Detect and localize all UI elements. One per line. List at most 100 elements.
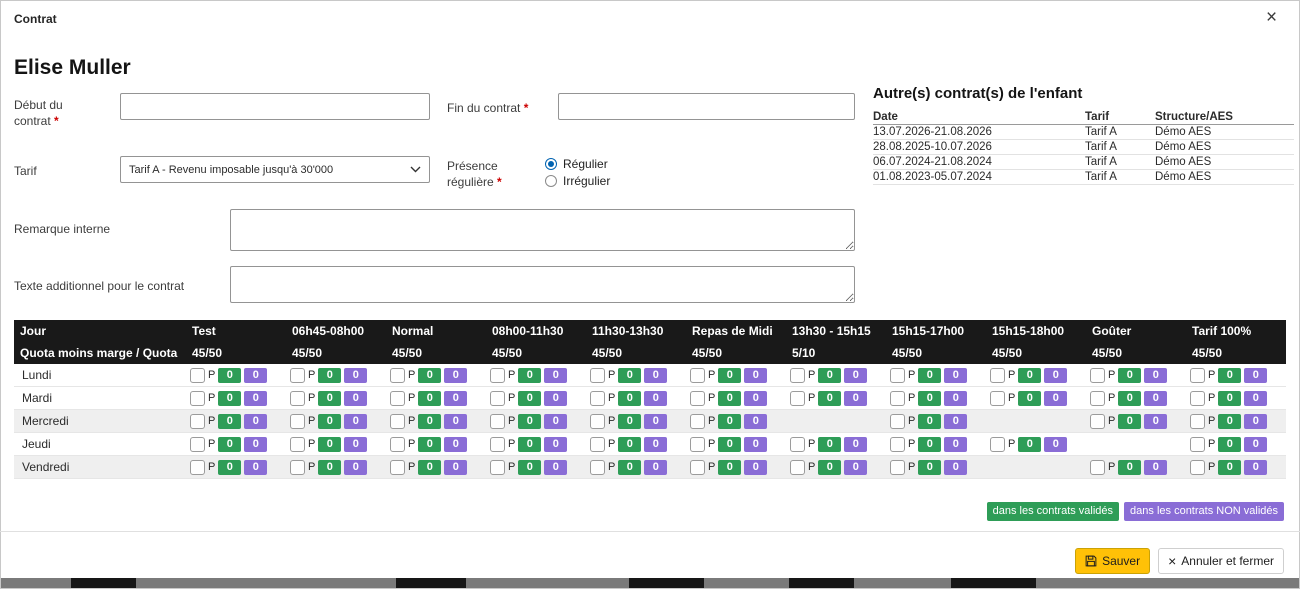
- unvalidated-count-badge: 0: [744, 460, 767, 475]
- radio-option-regulier[interactable]: Régulier: [545, 155, 610, 172]
- presence-checkbox[interactable]: [690, 368, 705, 383]
- presence-cell-group: P00: [390, 414, 482, 429]
- presence-checkbox[interactable]: [490, 437, 505, 452]
- presence-checkbox[interactable]: [790, 368, 805, 383]
- unvalidated-count-badge: 0: [744, 391, 767, 406]
- presence-checkbox[interactable]: [390, 460, 405, 475]
- presence-p-label: P: [608, 461, 615, 473]
- presence-checkbox[interactable]: [890, 391, 905, 406]
- presence-checkbox[interactable]: [290, 368, 305, 383]
- radio-regulier-control[interactable]: [545, 158, 557, 170]
- presence-cell-group: P00: [190, 437, 282, 452]
- presence-checkbox[interactable]: [190, 391, 205, 406]
- presence-cell-group: P00: [690, 368, 782, 383]
- presence-p-label: P: [508, 461, 515, 473]
- jour-column-header: Jour: [14, 320, 186, 342]
- presence-checkbox[interactable]: [390, 437, 405, 452]
- presence-checkbox[interactable]: [290, 437, 305, 452]
- schedule-cell: P00: [686, 433, 786, 456]
- presence-checkbox[interactable]: [290, 391, 305, 406]
- validated-count-badge: 0: [218, 460, 241, 475]
- presence-cell-group: P00: [290, 460, 382, 475]
- presence-checkbox[interactable]: [890, 414, 905, 429]
- remarque-interne-textarea[interactable]: [230, 209, 855, 251]
- schedule-cell: P00: [786, 456, 886, 479]
- presence-cell-group: P00: [1190, 368, 1282, 383]
- presence-cell-group: P00: [1190, 391, 1282, 406]
- presence-checkbox[interactable]: [390, 391, 405, 406]
- presence-checkbox[interactable]: [290, 460, 305, 475]
- presence-checkbox[interactable]: [390, 368, 405, 383]
- presence-checkbox[interactable]: [190, 414, 205, 429]
- presence-checkbox[interactable]: [590, 414, 605, 429]
- background-block: [396, 578, 466, 588]
- presence-checkbox[interactable]: [1190, 414, 1205, 429]
- fin-contrat-input[interactable]: [558, 93, 855, 120]
- presence-p-label: P: [1208, 392, 1215, 404]
- presence-checkbox[interactable]: [790, 391, 805, 406]
- presence-checkbox[interactable]: [1090, 368, 1105, 383]
- cancel-button[interactable]: × Annuler et fermer: [1158, 548, 1284, 574]
- tarif-select[interactable]: Tarif A - Revenu imposable jusqu'à 30'00…: [120, 156, 430, 183]
- unvalidated-count-badge: 0: [344, 368, 367, 383]
- schedule-cell: P00: [986, 433, 1086, 456]
- presence-checkbox[interactable]: [490, 368, 505, 383]
- presence-checkbox[interactable]: [290, 414, 305, 429]
- presence-checkbox[interactable]: [790, 437, 805, 452]
- oc-header-date: Date: [873, 111, 1085, 123]
- presence-checkbox[interactable]: [990, 368, 1005, 383]
- presence-checkbox[interactable]: [390, 414, 405, 429]
- debut-contrat-input[interactable]: [120, 93, 430, 120]
- presence-checkbox[interactable]: [990, 437, 1005, 452]
- presence-checkbox[interactable]: [890, 460, 905, 475]
- unvalidated-count-badge: 0: [244, 391, 267, 406]
- radio-option-irregulier[interactable]: Irrégulier: [545, 172, 610, 189]
- presence-checkbox[interactable]: [590, 437, 605, 452]
- validated-count-badge: 0: [218, 368, 241, 383]
- presence-checkbox[interactable]: [790, 460, 805, 475]
- presence-cell-group: P00: [590, 437, 682, 452]
- schedule-cell: P00: [186, 387, 286, 410]
- presence-checkbox[interactable]: [690, 391, 705, 406]
- presence-checkbox[interactable]: [590, 460, 605, 475]
- schedule-cell: P00: [586, 433, 686, 456]
- presence-checkbox[interactable]: [490, 391, 505, 406]
- presence-checkbox[interactable]: [990, 391, 1005, 406]
- schedule-cell: P00: [1186, 410, 1286, 433]
- presence-p-label: P: [708, 369, 715, 381]
- presence-checkbox[interactable]: [1190, 460, 1205, 475]
- unvalidated-count-badge: 0: [544, 368, 567, 383]
- presence-checkbox[interactable]: [1190, 391, 1205, 406]
- presence-checkbox[interactable]: [590, 368, 605, 383]
- presence-checkbox[interactable]: [1090, 391, 1105, 406]
- schedule-cell: P00: [886, 387, 986, 410]
- presence-checkbox[interactable]: [890, 368, 905, 383]
- other-contract-cell: Tarif A: [1085, 126, 1155, 138]
- presence-checkbox[interactable]: [490, 460, 505, 475]
- save-button[interactable]: Sauver: [1075, 548, 1150, 574]
- radio-irregulier-control[interactable]: [545, 175, 557, 187]
- background-block: [951, 578, 1036, 588]
- presence-checkbox[interactable]: [890, 437, 905, 452]
- save-button-label: Sauver: [1102, 554, 1140, 568]
- presence-checkbox[interactable]: [190, 368, 205, 383]
- unvalidated-count-badge: 0: [444, 437, 467, 452]
- presence-checkbox[interactable]: [1190, 368, 1205, 383]
- schedule-cell: P00: [1086, 410, 1186, 433]
- presence-checkbox[interactable]: [690, 437, 705, 452]
- close-icon[interactable]: ×: [1266, 8, 1277, 27]
- presence-checkbox[interactable]: [690, 414, 705, 429]
- presence-checkbox[interactable]: [1190, 437, 1205, 452]
- presence-checkbox[interactable]: [1090, 460, 1105, 475]
- presence-checkbox[interactable]: [490, 414, 505, 429]
- presence-checkbox[interactable]: [190, 437, 205, 452]
- presence-cell-group: P00: [790, 460, 882, 475]
- presence-checkbox[interactable]: [1090, 414, 1105, 429]
- presence-checkbox[interactable]: [590, 391, 605, 406]
- texte-additionnel-textarea[interactable]: [230, 266, 855, 303]
- presence-checkbox[interactable]: [190, 460, 205, 475]
- other-contract-cell: 06.07.2024-21.08.2024: [873, 156, 1085, 168]
- quota-value: 45/50: [686, 342, 786, 364]
- presence-checkbox[interactable]: [690, 460, 705, 475]
- schedule-day-row: VendrediP00P00P00P00P00P00P00P00P00P00: [14, 456, 1286, 479]
